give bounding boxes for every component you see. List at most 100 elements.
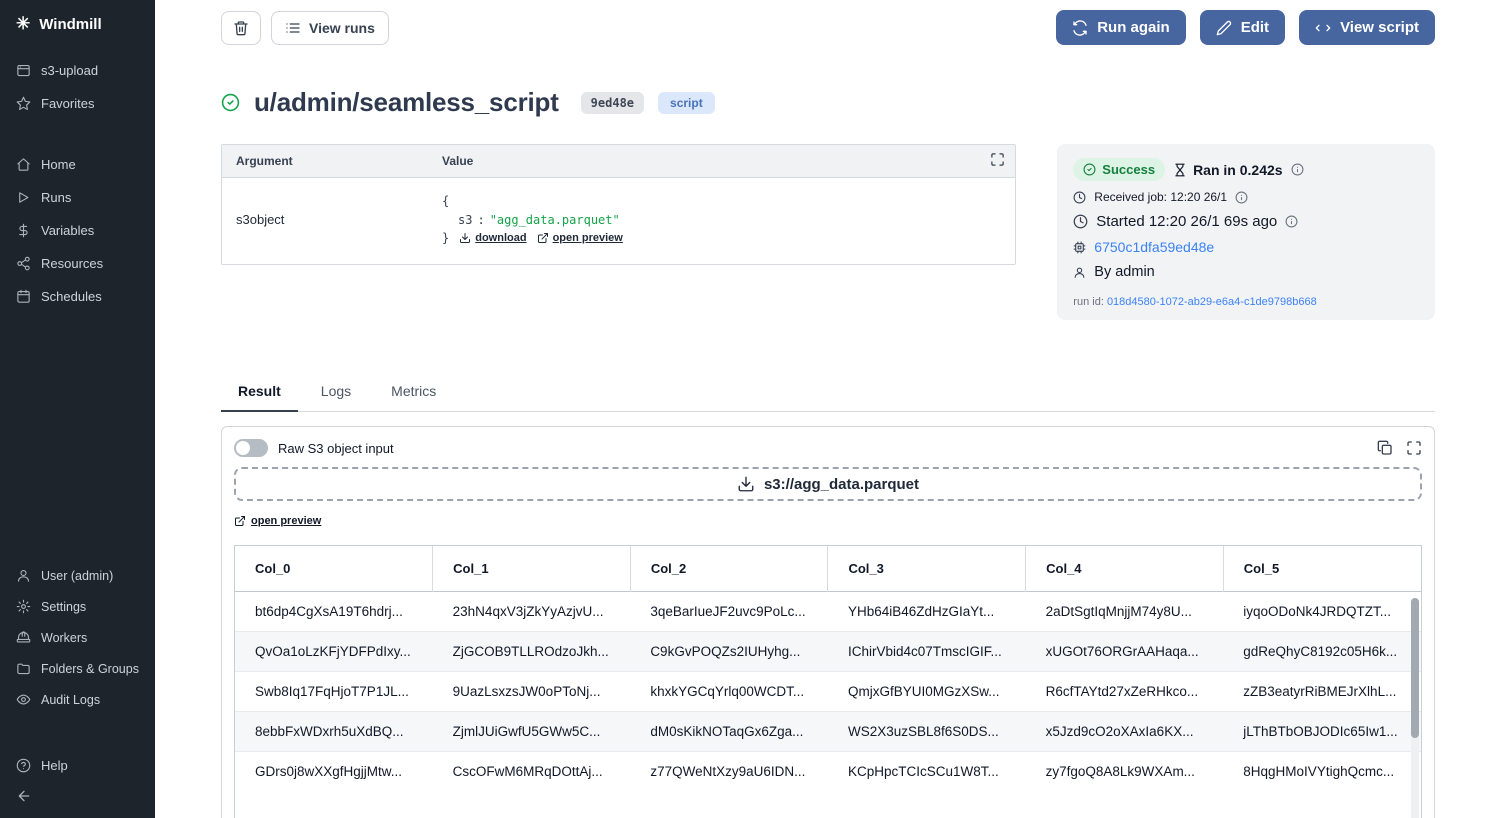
- edit-label: Edit: [1241, 19, 1269, 36]
- table-scrollbar: [1411, 598, 1419, 818]
- sidebar-item-label: s3-upload: [41, 63, 98, 78]
- star-icon: [16, 96, 31, 111]
- download-link[interactable]: download: [459, 230, 526, 247]
- download-icon: [459, 232, 471, 244]
- table-cell: GDrs0j8wXXgfHgjjMtw...: [235, 752, 433, 792]
- sidebar-collapse[interactable]: [0, 782, 155, 818]
- info-icon[interactable]: [1291, 163, 1304, 176]
- info-row: Argument Value s3object { s3:"agg_data.p…: [221, 144, 1435, 320]
- sidebar-item-label: Resources: [41, 256, 103, 271]
- run-id-label: run id:: [1073, 296, 1104, 308]
- main-content: View runs Run again Edit View script u/a…: [155, 0, 1493, 818]
- refresh-icon: [1072, 20, 1088, 36]
- column-header: Col_4: [1026, 546, 1224, 592]
- view-script-button[interactable]: View script: [1299, 10, 1435, 45]
- sidebar-item-schedules[interactable]: Schedules: [0, 280, 155, 313]
- table-cell: 8ebbFxWDxrh5uXdBQ...: [235, 712, 433, 752]
- sidebar-item-favorites[interactable]: Favorites: [0, 87, 155, 120]
- sidebar-item-settings[interactable]: Settings: [0, 591, 155, 622]
- tab-logs[interactable]: Logs: [304, 374, 368, 411]
- brand-label: Windmill: [39, 16, 101, 33]
- table-cell: 2aDtSgtIqMnjjM74y8U...: [1026, 592, 1224, 632]
- cpu-chip-icon: [1073, 241, 1086, 254]
- table-cell: dM0sKikNOTaqGx6Zga...: [630, 712, 828, 752]
- info-icon[interactable]: [1235, 191, 1248, 204]
- argument-row: s3object { s3:"agg_data.parquet" } downl…: [222, 178, 1015, 264]
- expand-icon[interactable]: [1406, 440, 1422, 456]
- table-cell: iyqoODoNk4JRDQTZT...: [1223, 592, 1421, 632]
- table-cell: QvOa1oLzKFjYDFPdIxy...: [235, 632, 433, 672]
- table-cell: Swb8Iq17FqHjoT7P1JL...: [235, 672, 433, 712]
- column-header: Col_0: [235, 546, 433, 592]
- sidebar-item-workers[interactable]: Workers: [0, 622, 155, 653]
- edit-button[interactable]: Edit: [1200, 10, 1285, 45]
- table-cell: 9UazLsxzsJW0oPToNj...: [433, 672, 631, 712]
- s3-file-download-button[interactable]: s3://agg_data.parquet: [234, 467, 1422, 501]
- table-cell: QmjxGfBYUI0MGzXSw...: [828, 672, 1026, 712]
- brand[interactable]: ✳ Windmill: [0, 0, 155, 44]
- user-icon: [1073, 266, 1086, 279]
- open-preview-link[interactable]: open preview: [537, 230, 623, 247]
- sidebar-item-label: Folders & Groups: [41, 662, 139, 676]
- sidebar-item-home[interactable]: Home: [0, 148, 155, 181]
- code-icon: [1315, 20, 1331, 36]
- table-cell: bt6dp4CgXsA19T6hdrj...: [235, 592, 433, 632]
- open-preview-link[interactable]: open preview: [234, 515, 321, 527]
- sidebar-spacer: [0, 313, 155, 560]
- json-colon: :: [477, 213, 484, 227]
- table-header-row: Col_0 Col_1 Col_2 Col_3 Col_4 Col_5: [235, 546, 1421, 592]
- column-header: Col_5: [1223, 546, 1421, 592]
- sidebar-item-label: Runs: [41, 190, 71, 205]
- run-again-button[interactable]: Run again: [1056, 10, 1186, 45]
- argument-name: s3object: [236, 212, 442, 227]
- user-icon: [16, 568, 31, 583]
- sidebar-item-help[interactable]: Help: [0, 749, 155, 782]
- delete-button[interactable]: [221, 11, 261, 45]
- share-nodes-icon: [16, 256, 31, 271]
- json-open-brace: {: [442, 192, 623, 211]
- sidebar-item-label: User (admin): [41, 569, 113, 583]
- run-id-link[interactable]: 018d4580-1072-ab29-e6a4-c1de9798b668: [1107, 296, 1317, 308]
- sidebar-item-resources[interactable]: Resources: [0, 247, 155, 280]
- sidebar-item-user[interactable]: User (admin): [0, 560, 155, 591]
- sidebar-item-folders-groups[interactable]: Folders & Groups: [0, 653, 155, 684]
- sidebar-item-variables[interactable]: Variables: [0, 214, 155, 247]
- gear-icon: [16, 599, 31, 614]
- clipboard-copy-icon[interactable]: [1377, 440, 1393, 456]
- sidebar-item-label: Workers: [41, 631, 87, 645]
- table-cell: C9kGvPOQZs2IUHyhg...: [630, 632, 828, 672]
- json-string-value: "agg_data.parquet": [490, 213, 620, 227]
- sidebar-item-s3-upload[interactable]: s3-upload: [0, 54, 155, 87]
- hourglass-icon: [1173, 163, 1187, 177]
- list-icon: [285, 20, 301, 36]
- download-icon: [737, 475, 755, 493]
- sidebar-item-audit-logs[interactable]: Audit Logs: [0, 684, 155, 715]
- column-header: Col_1: [433, 546, 631, 592]
- s3-file-label: s3://agg_data.parquet: [764, 476, 919, 493]
- raw-s3-toggle[interactable]: [234, 439, 268, 457]
- table-row: QvOa1oLzKFjYDFPdIxy... ZjGCOB9TLLROdzoJk…: [235, 632, 1421, 672]
- table-scrollbar-thumb[interactable]: [1411, 598, 1419, 738]
- hard-hat-icon: [16, 630, 31, 645]
- sidebar-item-label: Settings: [41, 600, 86, 614]
- eye-icon: [16, 692, 31, 707]
- table-row: GDrs0j8wXXgfHgjjMtw... CscOFwM6MRqDOttAj…: [235, 752, 1421, 792]
- view-runs-button[interactable]: View runs: [271, 11, 389, 45]
- json-close-brace: }: [442, 229, 449, 248]
- page-header: u/admin/seamless_script 9ed48e script: [221, 87, 1435, 118]
- sidebar-item-label: Audit Logs: [41, 693, 100, 707]
- expand-icon[interactable]: [990, 152, 1005, 167]
- info-icon[interactable]: [1285, 215, 1298, 228]
- dollar-icon: [16, 223, 31, 238]
- table-cell: 23hN4qxV3jZkYyAzjvU...: [433, 592, 631, 632]
- sidebar-item-label: Home: [41, 157, 76, 172]
- sidebar-item-runs[interactable]: Runs: [0, 181, 155, 214]
- tab-result[interactable]: Result: [221, 374, 298, 412]
- received-job-text: Received job: 12:20 26/1: [1094, 190, 1227, 204]
- table-cell: khxkYGCqYrlq00WCDT...: [630, 672, 828, 712]
- result-panel: Raw S3 object input s3://agg_data.parque…: [221, 426, 1435, 818]
- table-cell: xUGOt76ORGrAAHaqa...: [1026, 632, 1224, 672]
- tab-metrics[interactable]: Metrics: [374, 374, 453, 411]
- worker-id-link[interactable]: 6750c1dfa59ed48e: [1094, 239, 1214, 255]
- table-row: 8ebbFxWDxrh5uXdBQ... ZjmlJUiGwfU5GWw5C..…: [235, 712, 1421, 752]
